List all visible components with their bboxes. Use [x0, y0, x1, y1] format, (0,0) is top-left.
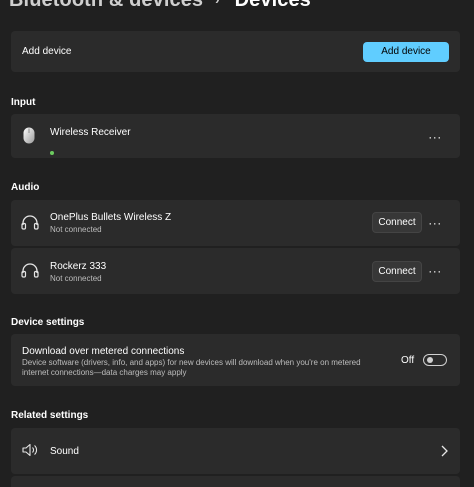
add-device-label: Add device	[22, 46, 72, 57]
device-status: Not connected	[50, 225, 102, 234]
device-status: Not connected	[50, 274, 102, 283]
device-name: Rockerz 333	[50, 261, 107, 272]
metered-connections-description: Device software (drivers, info, and apps…	[22, 358, 361, 367]
chevron-right-icon	[438, 444, 450, 458]
connect-button[interactable]: Connect	[372, 261, 422, 282]
headphones-icon	[21, 262, 39, 283]
headphones-icon	[21, 214, 39, 235]
metered-connections-title: Download over metered connections	[22, 346, 185, 357]
device-name: OnePlus Bullets Wireless Z	[50, 212, 172, 223]
more-options-icon[interactable]: ···	[425, 130, 445, 144]
more-options-icon[interactable]: ···	[425, 216, 445, 230]
next-related-setting-card[interactable]	[11, 476, 460, 487]
device-settings-section-title: Device settings	[11, 317, 85, 328]
chevron-right-icon: ›	[215, 0, 219, 7]
devices-settings-page: Bluetooth & devices › Devices Add device…	[0, 0, 474, 487]
sound-label: Sound	[50, 446, 79, 457]
mouse-icon	[23, 127, 35, 149]
speaker-icon	[22, 443, 38, 462]
page-title: Devices	[234, 0, 311, 11]
related-settings-section-title: Related settings	[11, 410, 89, 421]
toggle-state-label: Off	[401, 355, 415, 366]
audio-section-title: Audio	[11, 182, 40, 193]
metered-connections-toggle[interactable]	[423, 354, 447, 366]
input-section-title: Input	[11, 97, 36, 108]
device-name: Wireless Receiver	[50, 127, 131, 138]
add-device-button[interactable]: Add device	[363, 42, 449, 62]
metered-connections-description-2: internet connections—data charges may ap…	[22, 368, 187, 377]
more-options-icon[interactable]: ···	[425, 264, 445, 278]
connect-button[interactable]: Connect	[372, 212, 422, 233]
breadcrumb: Bluetooth & devices › Devices	[9, 0, 311, 12]
toggle-knob	[427, 357, 433, 363]
connected-status-dot	[50, 142, 54, 160]
breadcrumb-bluetooth-devices[interactable]: Bluetooth & devices	[9, 0, 203, 12]
